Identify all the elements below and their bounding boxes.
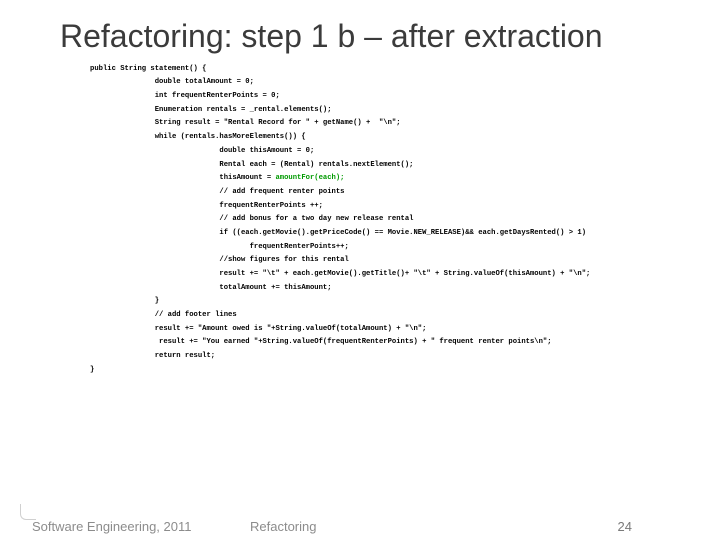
footer-center: Refactoring [250,519,316,534]
code-line: String result = "Rental Record for " + g… [90,119,401,127]
slide-title: Refactoring: step 1 b – after extraction [60,18,690,55]
code-line: } [90,366,94,374]
code-line: double totalAmount = 0; [90,78,254,86]
code-line: int frequentRenterPoints = 0; [90,92,280,100]
code-highlight: amountFor(each); [275,174,344,182]
code-line: while (rentals.hasMoreElements()) { [90,133,306,141]
code-line: } [90,297,159,305]
code-line: return result; [90,352,215,360]
code-line: frequentRenterPoints++; [90,243,349,251]
code-line: result += "\t" + each.getMovie().getTitl… [90,270,590,278]
code-line: //show figures for this rental [90,256,349,264]
code-line: result += "You earned "+String.valueOf(f… [90,338,552,346]
code-line: Rental each = (Rental) rentals.nextEleme… [90,161,414,169]
code-line: thisAmount = [90,174,275,182]
slide: Refactoring: step 1 b – after extraction… [0,0,720,540]
code-line: if ((each.getMovie().getPriceCode() == M… [90,229,586,237]
footer-left: Software Engineering, 2011 [32,519,191,534]
code-line: totalAmount += thisAmount; [90,284,332,292]
code-line: double thisAmount = 0; [90,147,314,155]
code-line: public String statement() { [90,65,206,73]
code-line: // add frequent renter points [90,188,344,196]
page-number: 24 [618,519,632,534]
code-line: // add bonus for a two day new release r… [90,215,414,223]
code-line: Enumeration rentals = _rental.elements()… [90,106,332,114]
code-line: // add footer lines [90,311,237,319]
code-line: result += "Amount owed is "+String.value… [90,325,426,333]
code-line: frequentRenterPoints ++; [90,202,323,210]
code-block: public String statement() { double total… [90,63,690,377]
